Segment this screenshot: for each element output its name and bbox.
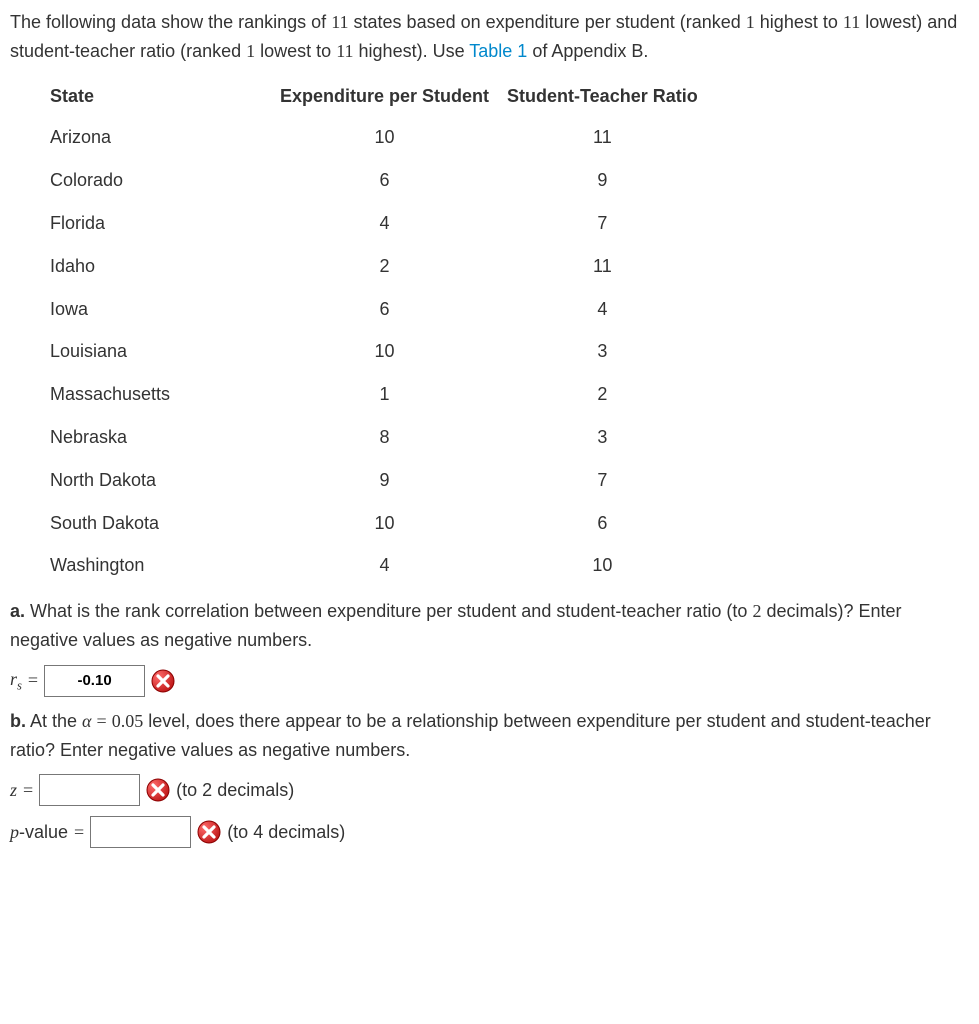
part-a-text: What is the rank correlation between exp… bbox=[25, 601, 752, 621]
expenditure-cell: 10 bbox=[280, 502, 507, 545]
state-cell: Arizona bbox=[50, 116, 280, 159]
expenditure-cell: 6 bbox=[280, 288, 507, 331]
num-states: 11 bbox=[331, 12, 348, 32]
ratio-cell: 6 bbox=[507, 502, 716, 545]
ratio-lowest: 1 bbox=[246, 41, 255, 61]
state-cell: South Dakota bbox=[50, 502, 280, 545]
intro-text: of Appendix B. bbox=[527, 41, 648, 61]
table-link[interactable]: Table 1 bbox=[469, 41, 527, 61]
expenditure-cell: 2 bbox=[280, 245, 507, 288]
data-table: State Expenditure per Student Student-Te… bbox=[50, 76, 716, 588]
table-row: Iowa64 bbox=[50, 288, 716, 331]
ratio-cell: 7 bbox=[507, 459, 716, 502]
equals-sign: = bbox=[23, 776, 33, 805]
rs-symbol: rs bbox=[10, 665, 22, 696]
intro-text: highest). Use bbox=[354, 41, 470, 61]
expenditure-cell: 10 bbox=[280, 330, 507, 373]
expenditure-cell: 1 bbox=[280, 373, 507, 416]
z-answer-row: z = (to 2 decimals) bbox=[10, 774, 969, 806]
z-input[interactable] bbox=[39, 774, 140, 806]
table-row: Idaho211 bbox=[50, 245, 716, 288]
ratio-cell: 3 bbox=[507, 416, 716, 459]
state-cell: Louisiana bbox=[50, 330, 280, 373]
equals-sign: = bbox=[74, 818, 84, 847]
table-row: Louisiana103 bbox=[50, 330, 716, 373]
header-expenditure: Expenditure per Student bbox=[280, 76, 507, 117]
problem-intro: The following data show the rankings of … bbox=[10, 8, 969, 66]
intro-text: states based on expenditure per student … bbox=[349, 12, 746, 32]
expenditure-cell: 6 bbox=[280, 159, 507, 202]
ratio-cell: 3 bbox=[507, 330, 716, 373]
ratio-cell: 11 bbox=[507, 245, 716, 288]
header-ratio: Student-Teacher Ratio bbox=[507, 76, 716, 117]
header-state: State bbox=[50, 76, 280, 117]
alpha-value: 0.05 bbox=[112, 711, 144, 731]
state-cell: Massachusetts bbox=[50, 373, 280, 416]
intro-text: highest to bbox=[755, 12, 843, 32]
p-symbol: p-value bbox=[10, 818, 68, 847]
ratio-highest: 11 bbox=[336, 41, 353, 61]
rank-highest: 1 bbox=[746, 12, 755, 32]
part-a-question: a. What is the rank correlation between … bbox=[10, 597, 969, 655]
intro-text: lowest to bbox=[255, 41, 336, 61]
state-cell: Idaho bbox=[50, 245, 280, 288]
state-cell: Washington bbox=[50, 544, 280, 587]
rs-input[interactable] bbox=[44, 665, 145, 697]
expenditure-cell: 10 bbox=[280, 116, 507, 159]
z-hint: (to 2 decimals) bbox=[176, 776, 294, 805]
expenditure-cell: 9 bbox=[280, 459, 507, 502]
table-row: Colorado69 bbox=[50, 159, 716, 202]
ratio-cell: 4 bbox=[507, 288, 716, 331]
wrong-icon bbox=[197, 820, 221, 844]
state-cell: Colorado bbox=[50, 159, 280, 202]
ratio-cell: 9 bbox=[507, 159, 716, 202]
ratio-cell: 7 bbox=[507, 202, 716, 245]
state-cell: Iowa bbox=[50, 288, 280, 331]
expenditure-cell: 4 bbox=[280, 544, 507, 587]
pvalue-input[interactable] bbox=[90, 816, 191, 848]
table-row: Florida47 bbox=[50, 202, 716, 245]
table-row: Massachusetts12 bbox=[50, 373, 716, 416]
wrong-icon bbox=[151, 669, 175, 693]
ratio-cell: 10 bbox=[507, 544, 716, 587]
intro-text: The following data show the rankings of bbox=[10, 12, 331, 32]
expenditure-cell: 8 bbox=[280, 416, 507, 459]
wrong-icon bbox=[146, 778, 170, 802]
table-row: North Dakota97 bbox=[50, 459, 716, 502]
table-row: Arizona1011 bbox=[50, 116, 716, 159]
part-b-text: level, does there appear to be a relatio… bbox=[10, 711, 931, 760]
pvalue-hint: (to 4 decimals) bbox=[227, 818, 345, 847]
part-b-text: At the bbox=[26, 711, 82, 731]
pvalue-answer-row: p-value = (to 4 decimals) bbox=[10, 816, 969, 848]
table-row: Nebraska83 bbox=[50, 416, 716, 459]
state-cell: North Dakota bbox=[50, 459, 280, 502]
part-a-label: a. bbox=[10, 601, 25, 621]
z-symbol: z bbox=[10, 776, 17, 805]
ratio-cell: 2 bbox=[507, 373, 716, 416]
equals-sign: = bbox=[28, 666, 38, 695]
table-row: South Dakota106 bbox=[50, 502, 716, 545]
part-b-question: b. At the α = 0.05 level, does there app… bbox=[10, 707, 969, 765]
rank-lowest: 11 bbox=[843, 12, 860, 32]
expenditure-cell: 4 bbox=[280, 202, 507, 245]
alpha-symbol: α bbox=[82, 711, 91, 731]
part-b-label: b. bbox=[10, 711, 26, 731]
state-cell: Nebraska bbox=[50, 416, 280, 459]
table-row: Washington410 bbox=[50, 544, 716, 587]
state-cell: Florida bbox=[50, 202, 280, 245]
part-a-answer-row: rs = bbox=[10, 665, 969, 697]
ratio-cell: 11 bbox=[507, 116, 716, 159]
equals-sign: = bbox=[97, 711, 107, 731]
